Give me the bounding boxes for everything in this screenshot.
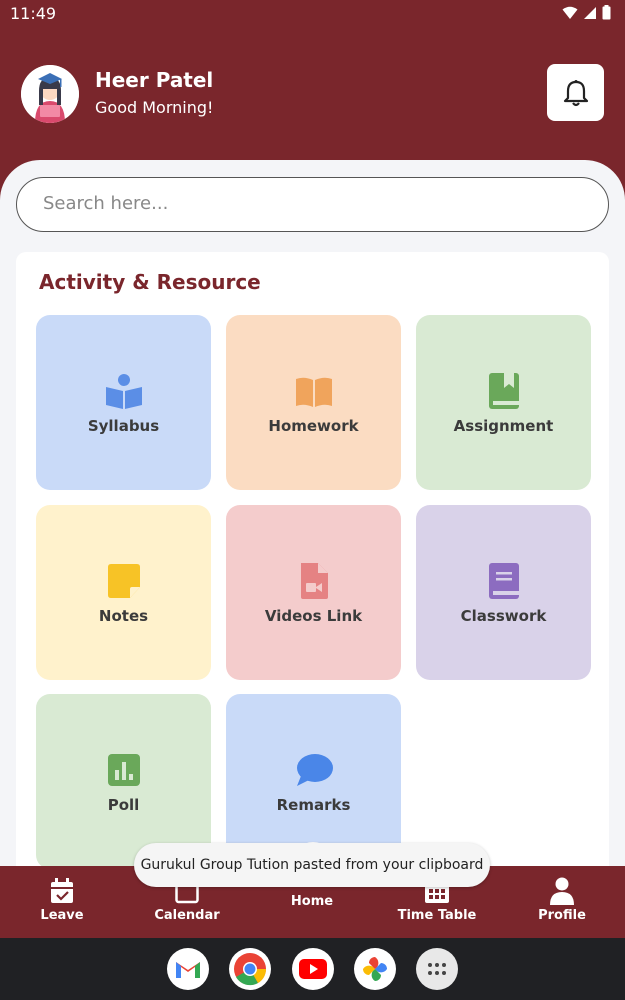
main-content: Search here... Activity & Resource Sylla… <box>0 160 625 882</box>
wifi-icon <box>562 6 578 19</box>
tile-homework[interactable]: Homework <box>226 315 401 490</box>
nav-label: Home <box>290 894 334 909</box>
open-book-icon <box>296 377 332 407</box>
greeting-text: Good Morning! <box>95 98 214 117</box>
avatar[interactable] <box>21 65 79 123</box>
youtube-app[interactable] <box>292 948 334 990</box>
tile-label: Videos Link <box>264 607 363 625</box>
system-dock <box>0 938 625 1000</box>
bell-icon <box>563 79 588 106</box>
tile-notes[interactable]: Notes <box>36 505 211 680</box>
reader-icon <box>106 374 142 409</box>
bookmark-book-icon <box>489 373 519 409</box>
person-icon <box>550 877 574 905</box>
app-header: Heer Patel Good Morning! <box>0 26 625 166</box>
nav-label: Time Table <box>397 908 477 923</box>
tile-label: Poll <box>107 796 140 814</box>
nav-profile[interactable]: Profile <box>507 876 617 923</box>
nav-label: Leave <box>40 908 84 923</box>
calendar-check-icon <box>51 878 73 903</box>
notebook-icon <box>489 563 519 599</box>
tile-label: Syllabus <box>87 417 160 435</box>
status-time: 11:49 <box>10 4 57 23</box>
status-bar: 11:49 <box>0 0 625 26</box>
section-title: Activity & Resource <box>39 270 261 294</box>
tile-label: Notes <box>98 607 149 625</box>
student-avatar-icon <box>21 65 79 123</box>
photos-app[interactable] <box>354 948 396 990</box>
search-placeholder: Search here... <box>43 193 169 214</box>
video-file-icon <box>301 563 328 599</box>
gmail-icon <box>176 962 200 978</box>
tile-syllabus[interactable]: Syllabus <box>36 315 211 490</box>
status-icons <box>562 5 611 20</box>
nav-label: Calendar <box>154 908 220 923</box>
activity-resource-card: Activity & Resource Syllabus Homework As… <box>16 252 609 882</box>
photos-icon <box>363 957 387 981</box>
nav-label: Profile <box>538 908 586 923</box>
tile-label: Classwork <box>460 607 547 625</box>
sticky-note-icon <box>108 564 140 598</box>
tile-assignment[interactable]: Assignment <box>416 315 591 490</box>
tile-classwork[interactable]: Classwork <box>416 505 591 680</box>
battery-icon <box>602 5 611 20</box>
tile-label: Assignment <box>453 417 554 435</box>
clipboard-toast: Gurukul Group Tution pasted from your cl… <box>134 843 490 887</box>
app-drawer-icon <box>428 963 446 975</box>
chrome-icon <box>234 953 267 986</box>
gmail-app[interactable] <box>167 948 209 990</box>
signal-icon <box>584 6 596 19</box>
tile-videos-link[interactable]: Videos Link <box>226 505 401 680</box>
youtube-icon <box>299 959 327 979</box>
chat-bubble-icon <box>297 754 333 786</box>
chrome-app[interactable] <box>229 948 271 990</box>
notifications-button[interactable] <box>547 64 604 121</box>
nav-leave[interactable]: Leave <box>7 876 117 923</box>
user-name: Heer Patel <box>95 68 214 92</box>
bar-chart-icon <box>108 754 140 786</box>
search-input[interactable]: Search here... <box>16 177 609 232</box>
tile-label: Remarks <box>276 796 351 814</box>
app-drawer[interactable] <box>416 948 458 990</box>
tile-label: Homework <box>268 417 359 435</box>
